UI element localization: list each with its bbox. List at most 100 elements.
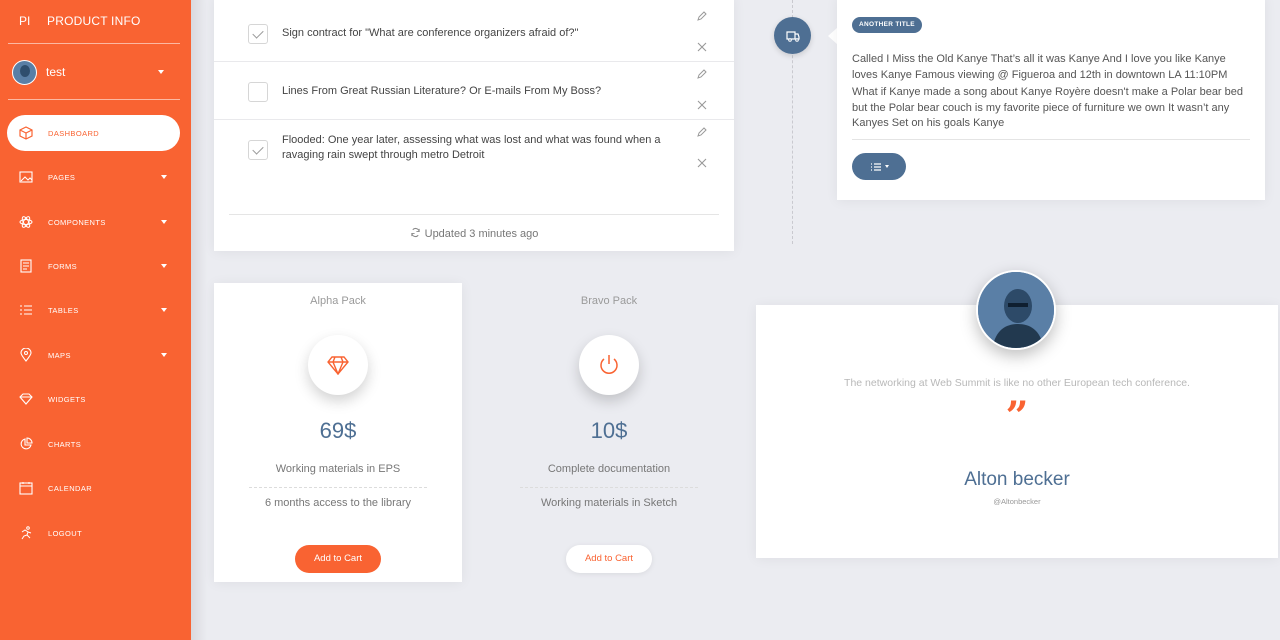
chevron-down-icon <box>161 308 167 312</box>
sidebar-item-maps[interactable]: MAPS <box>0 337 191 373</box>
update-status: Updated 3 minutes ago <box>214 227 734 240</box>
close-icon[interactable] <box>696 157 708 169</box>
task-checkbox[interactable] <box>248 140 268 160</box>
user-name: test <box>46 65 66 79</box>
list-item: Sign contract for "What are conference o… <box>214 4 734 62</box>
sidebar: PI PRODUCT INFO test DASHBOARD PAGES COM… <box>0 0 191 640</box>
pack-feature: Working materials in Sketch <box>540 497 678 509</box>
sidebar-item-label: WIDGETS <box>48 394 86 404</box>
sidebar-item-label: CALENDAR <box>48 483 93 493</box>
timeline-panel: ANOTHER TITLE Called I Miss the Old Kany… <box>837 0 1265 200</box>
pack-icon-circle <box>308 335 368 395</box>
pack-title: Bravo Pack <box>580 295 638 307</box>
sidebar-shadow <box>191 0 207 640</box>
refresh-icon <box>410 227 420 238</box>
sidebar-item-label: DASHBOARD <box>48 128 100 138</box>
timeline-tag: ANOTHER TITLE <box>852 17 922 33</box>
atom-icon <box>18 214 34 230</box>
calendar-icon <box>18 480 34 496</box>
sidebar-item-components[interactable]: COMPONENTS <box>0 204 191 240</box>
divider <box>520 487 698 488</box>
sidebar-item-label: LOGOUT <box>48 528 83 538</box>
task-text: Sign contract for "What are conference o… <box>282 27 579 39</box>
chevron-down-icon <box>161 264 167 268</box>
divider <box>8 99 180 100</box>
edit-icon[interactable] <box>696 126 708 138</box>
task-checkbox[interactable] <box>248 82 268 102</box>
diamond-icon <box>327 356 349 375</box>
sidebar-item-label: COMPONENTS <box>48 217 106 227</box>
divider <box>852 139 1250 140</box>
pack-icon-circle <box>579 335 639 395</box>
chevron-down-icon <box>884 165 889 168</box>
update-text: Updated 3 minutes ago <box>424 228 539 240</box>
timeline-text: Called I Miss the Old Kanye That’s all i… <box>852 53 1228 81</box>
sidebar-item-pages[interactable]: PAGES <box>0 159 191 195</box>
pricing-card-bravo: Bravo Pack 10$ Complete documentation Wo… <box>485 283 733 582</box>
power-icon <box>600 355 618 374</box>
pack-feature: 6 months access to the library <box>264 497 412 509</box>
sidebar-item-label: PAGES <box>48 172 76 182</box>
pack-feature: Complete documentation <box>547 463 671 475</box>
chevron-down-icon <box>161 220 167 224</box>
list-icon <box>18 302 34 318</box>
pack-title: Alpha Pack <box>310 295 366 307</box>
task-text: Lines From Great Russian Literature? Or … <box>282 85 602 97</box>
edit-icon[interactable] <box>696 68 708 80</box>
diamond-icon <box>18 391 34 407</box>
sidebar-item-logout[interactable]: LOGOUT <box>0 515 191 551</box>
brand[interactable]: PI PRODUCT INFO <box>0 0 191 42</box>
pack-price: 69$ <box>319 418 357 443</box>
pricing-card-alpha: Alpha Pack 69$ Working materials in EPS … <box>214 283 462 582</box>
add-to-cart-button[interactable]: Add to Cart <box>566 545 652 573</box>
tasks-card: Sign contract for "What are conference o… <box>214 0 734 251</box>
testimonial-name: Alton becker <box>964 469 1070 490</box>
divider <box>249 487 427 488</box>
options-dropdown-button[interactable] <box>852 153 906 180</box>
sidebar-item-label: MAPS <box>48 350 71 360</box>
sidebar-item-dashboard[interactable]: DASHBOARD <box>7 115 180 151</box>
close-icon[interactable] <box>696 99 708 111</box>
image-icon <box>18 169 34 185</box>
sidebar-item-widgets[interactable]: WIDGETS <box>0 381 191 417</box>
sidebar-item-calendar[interactable]: CALENDAR <box>0 470 191 506</box>
brand-title: PRODUCT INFO <box>47 14 141 28</box>
chevron-down-icon <box>161 175 167 179</box>
sidebar-item-label: FORMS <box>48 261 78 271</box>
add-to-cart-button[interactable]: Add to Cart <box>295 545 381 573</box>
list-icon <box>870 162 881 171</box>
list-item: Lines From Great Russian Literature? Or … <box>214 62 734 120</box>
brand-mini: PI <box>19 14 31 28</box>
pack-feature: Working materials in EPS <box>275 463 401 475</box>
cube-icon <box>18 125 34 141</box>
pie-chart-icon <box>18 436 34 452</box>
testimonial-avatar <box>976 270 1056 350</box>
close-icon[interactable] <box>696 41 708 53</box>
chevron-down-icon <box>161 353 167 357</box>
delivery-icon <box>785 30 800 42</box>
timeline-text: What if Kanye made a song about Kanye Ro… <box>852 86 1244 129</box>
testimonial-handle: @Altonbecker <box>993 497 1041 506</box>
avatar <box>12 59 37 85</box>
sidebar-item-tables[interactable]: TABLES <box>0 292 191 328</box>
user-menu[interactable]: test <box>12 58 172 86</box>
timeline-arrow <box>828 28 837 44</box>
sidebar-item-charts[interactable]: CHARTS <box>0 426 191 462</box>
document-icon <box>18 258 34 274</box>
quote-icon: ” <box>1005 393 1029 440</box>
task-text: Flooded: One year later, assessing what … <box>282 134 661 161</box>
run-icon <box>18 525 34 541</box>
pin-icon <box>18 347 34 363</box>
sidebar-item-forms[interactable]: FORMS <box>0 248 191 284</box>
divider <box>229 214 719 215</box>
chevron-down-icon <box>158 70 164 74</box>
testimonial-quote: The networking at Web Summit is like no … <box>844 377 1190 389</box>
task-checkbox[interactable] <box>248 24 268 44</box>
timeline-badge <box>774 17 811 54</box>
sidebar-item-label: CHARTS <box>48 439 82 449</box>
pack-price: 10$ <box>590 418 628 443</box>
list-item: Flooded: One year later, assessing what … <box>214 120 734 190</box>
sidebar-item-label: TABLES <box>48 305 79 315</box>
edit-icon[interactable] <box>696 10 708 22</box>
divider <box>8 43 180 44</box>
